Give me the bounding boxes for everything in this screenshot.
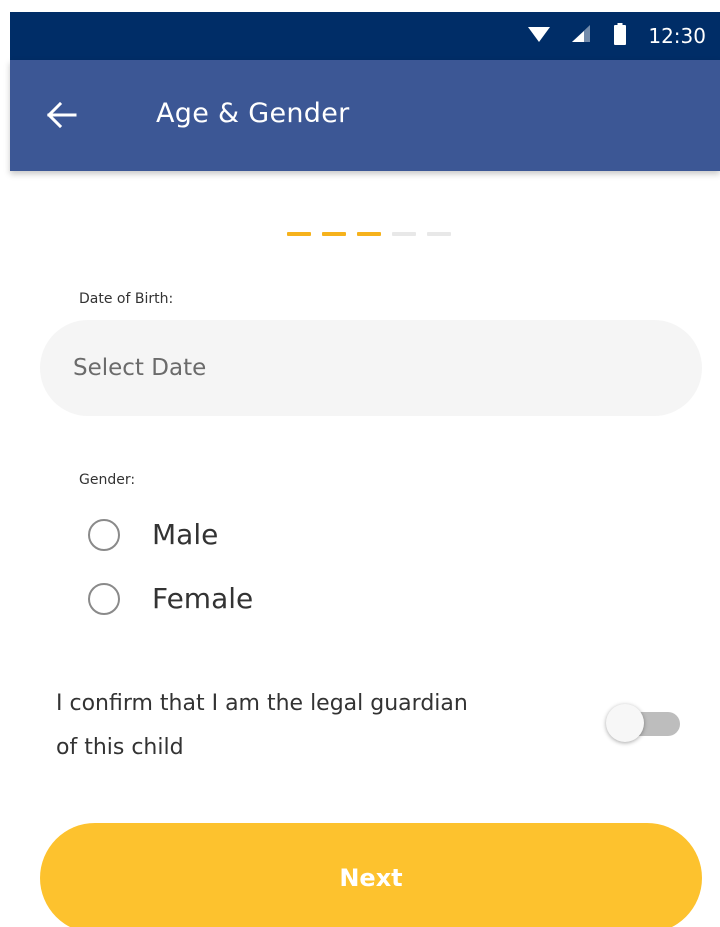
step-progress-indicator (287, 232, 451, 236)
progress-step-dash (427, 232, 451, 236)
screen: 12:30 Age & Gender Date of Birth: Gender… (0, 0, 720, 927)
confirm-text-line: of this child (56, 735, 184, 760)
status-icons: 12:30 (528, 12, 706, 60)
progress-step-dash (392, 232, 416, 236)
radio-button[interactable] (88, 518, 120, 551)
progress-step-dash (287, 232, 311, 236)
confirm-text-line: I confirm that I am the legal guardian (56, 691, 468, 716)
guardian-toggle[interactable] (606, 704, 682, 744)
gender-option-male[interactable]: Male (88, 518, 218, 551)
gender-option-female[interactable]: Female (88, 582, 253, 615)
wifi-icon (528, 25, 551, 47)
dob-label: Date of Birth: (79, 291, 174, 307)
next-button[interactable]: Next (40, 823, 702, 927)
back-button[interactable] (40, 95, 84, 139)
progress-step-dash (357, 232, 381, 236)
app-bar: Age & Gender (10, 60, 720, 171)
signal-icon (572, 25, 592, 47)
progress-step-dash (322, 232, 346, 236)
gender-option-label: Male (152, 518, 219, 551)
toggle-thumb (606, 704, 644, 742)
radio-button[interactable] (88, 582, 120, 615)
page-title: Age & Gender (156, 98, 350, 129)
date-of-birth-input[interactable] (40, 320, 702, 416)
arrow-left-icon (46, 101, 77, 132)
gender-option-label: Female (152, 582, 254, 615)
status-bar: 12:30 (10, 12, 720, 60)
guardian-confirmation-text: I confirm that I am the legal guardian o… (56, 682, 576, 770)
status-time: 12:30 (648, 24, 706, 48)
battery-icon (614, 23, 627, 49)
gender-label: Gender: (79, 472, 136, 488)
